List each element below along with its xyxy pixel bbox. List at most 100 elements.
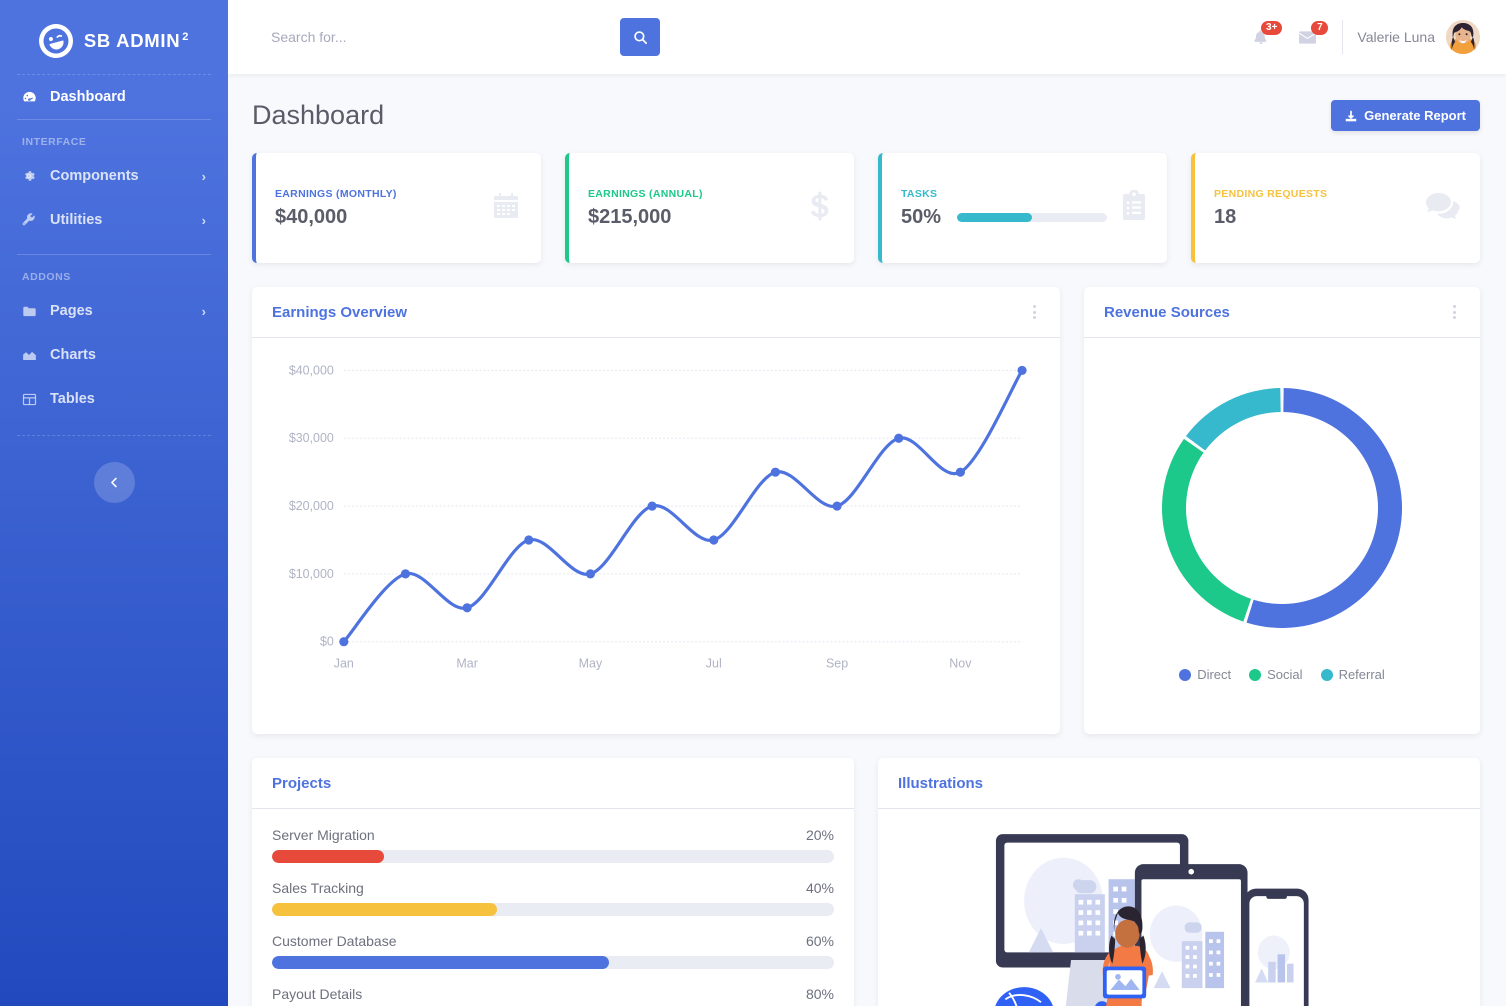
alerts-button[interactable]: 3+ [1238,14,1284,60]
svg-text:Mar: Mar [456,657,477,671]
generate-report-label: Generate Report [1364,108,1466,123]
sidebar-toggle-button[interactable] [93,462,135,503]
svg-text:$10,000: $10,000 [289,567,334,581]
sidebar-item-label: Tables [50,391,95,407]
project-percent: 40% [805,880,834,896]
stat-label: PENDING REQUESTS [1214,187,1328,200]
stat-cards-row: EARNINGS (MONTHLY) $40,000 EARNINGS (ANN… [252,153,1480,263]
svg-text:$40,000: $40,000 [289,363,334,377]
project-item: Sales Tracking 40% [272,880,834,916]
stat-card-pending-requests[interactable]: PENDING REQUESTS 18 [1191,153,1480,263]
sidebar-item-dashboard[interactable]: Dashboard [0,75,228,119]
legend-dot [1320,668,1333,681]
svg-text:$20,000: $20,000 [289,499,334,513]
sidebar-heading-addons: ADDONS [22,271,71,283]
search-input[interactable] [270,18,620,56]
sidebar-item-components[interactable]: Components › [0,154,228,198]
project-header: Server Migration 20% [272,827,834,843]
card-title: Projects [272,774,332,792]
illustrations-card: Illustrations [878,758,1480,1006]
generate-report-button[interactable]: Generate Report [1331,100,1480,131]
sidebar: SB ADMIN 2 Dashboard INTERFACE Components [0,0,228,1006]
wrench-icon [22,213,43,227]
revenue-sources-card: Revenue Sources Direct Social Referral [1084,287,1480,734]
card-header: Earnings Overview [252,287,1060,338]
stat-card-tasks[interactable]: TASKS 50% [878,153,1167,263]
table-icon [22,392,43,407]
legend-item-referral[interactable]: Referral [1320,667,1385,682]
download-icon [1345,110,1357,121]
donut-slice-referral[interactable] [1185,388,1281,451]
main-area: 3+ 7 Valerie Luna [228,0,1506,1006]
brand-logo[interactable]: SB ADMIN 2 [0,0,228,74]
revenue-donut-chart [1162,388,1402,628]
legend-label: Referral [1338,667,1385,682]
chevron-right-icon: › [201,168,206,184]
project-item: Payout Details 80% [272,986,834,1002]
stat-card-earnings-monthly[interactable]: EARNINGS (MONTHLY) $40,000 [252,153,541,263]
sidebar-item-pages[interactable]: Pages › [0,289,228,333]
earnings-chart-body: $0 $10,000 $20,000 $30,000 $40,000 Jan Mar May J… [252,338,1060,734]
calendar-icon [490,190,522,227]
project-label: Sales Tracking [272,880,364,896]
stat-label: EARNINGS (ANNUAL) [588,187,703,200]
card-header: Projects [252,758,854,809]
sidebar-item-charts[interactable]: Charts [0,333,228,377]
ellipsis-v-icon[interactable] [1029,299,1040,325]
project-header: Sales Tracking 40% [272,880,834,896]
stat-card-earnings-annual[interactable]: EARNINGS (ANNUAL) $215,000 [565,153,854,263]
projects-card: Projects Server Migration 20% Sales Tracki… [252,758,854,1006]
chevron-right-icon: › [201,303,206,319]
donut-slice-social[interactable] [1162,438,1252,622]
messages-button[interactable]: 7 [1284,14,1330,60]
project-percent: 20% [805,827,834,843]
stat-value: 50% [901,205,942,228]
page-content: Dashboard Generate Report EARNINGS (MONT… [228,74,1506,1006]
donut-slice-direct[interactable] [1246,388,1402,628]
projects-list: Server Migration 20% Sales Tracking 40% Cust… [252,809,854,1006]
legend-item-social[interactable]: Social [1249,667,1303,682]
comments-icon [1425,191,1461,226]
earnings-line-chart: $0 $10,000 $20,000 $30,000 $40,000 Jan Mar May J… [289,363,1027,671]
svg-text:$0: $0 [320,635,334,649]
project-header: Customer Database 60% [272,933,834,949]
revenue-chart-body: Direct Social Referral [1084,338,1480,734]
svg-text:May: May [579,657,603,671]
project-header: Payout Details 80% [272,986,834,1002]
topbar: 3+ 7 Valerie Luna [228,0,1506,74]
project-item: Server Migration 20% [272,827,834,863]
project-label: Server Migration [272,827,375,843]
search-icon [633,30,647,44]
tasks-progress-bar [957,212,1108,222]
legend-label: Social [1267,667,1303,682]
stat-label: TASKS [901,187,938,200]
page-header: Dashboard Generate Report [252,92,1480,131]
card-title: Illustrations [898,774,984,792]
svg-text:Jan: Jan [334,657,354,671]
legend-dot [1249,668,1262,681]
sidebar-divider-3 [17,435,211,436]
sidebar-item-label: Pages [50,303,93,319]
sidebar-item-utilities[interactable]: Utilities › [0,198,228,242]
cog-icon [22,169,43,183]
tachometer-icon [22,90,43,105]
topbar-right: 3+ 7 Valerie Luna [1238,14,1480,60]
brand-name: SB ADMIN 2 [83,30,190,51]
card-header: Illustrations [878,758,1480,809]
laugh-wink-icon [35,20,77,62]
project-progress-bar [272,850,834,863]
stat-value: $215,000 [588,205,672,228]
svg-text:Jul: Jul [706,657,722,671]
sidebar-item-label: Dashboard [50,89,126,105]
dollar-sign-icon [805,190,835,227]
user-menu[interactable]: Valerie Luna [1357,20,1480,54]
search-button[interactable] [620,18,660,56]
sidebar-item-tables[interactable]: Tables [0,377,228,421]
search-form [270,18,660,56]
legend-item-direct[interactable]: Direct [1179,667,1231,682]
ellipsis-v-icon[interactable] [1449,299,1460,325]
illustration-body [878,809,1480,1006]
avatar [1446,20,1480,54]
project-percent: 60% [805,933,834,949]
devices-woman-illustration [995,834,1309,1006]
